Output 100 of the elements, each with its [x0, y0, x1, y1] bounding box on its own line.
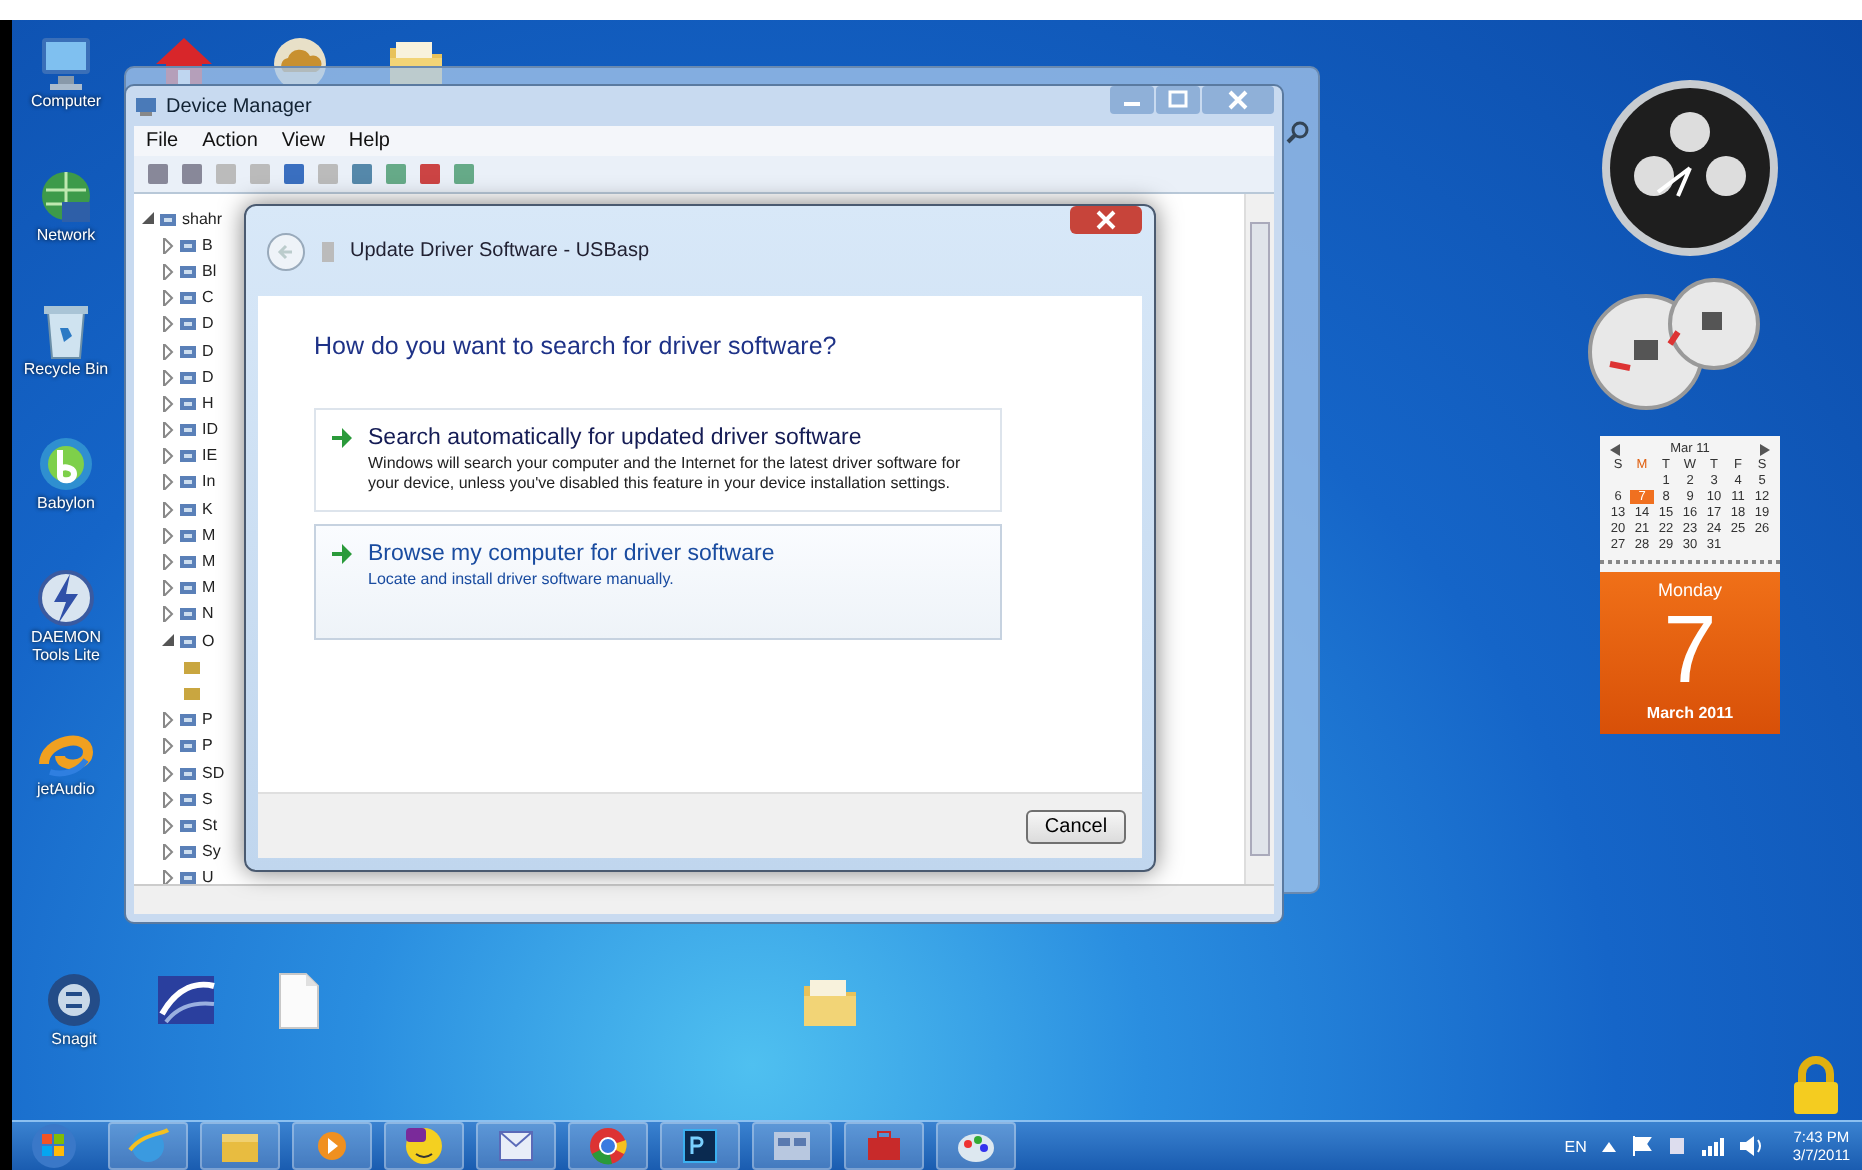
- taskbar-button[interactable]: [384, 1122, 464, 1170]
- tree-item[interactable]: N: [202, 602, 214, 627]
- caret-up-icon[interactable]: [1602, 1141, 1617, 1151]
- collapsed-arrow-icon[interactable]: [162, 422, 174, 439]
- taskbar-button[interactable]: [660, 1122, 740, 1170]
- toolbar-icon[interactable]: [180, 162, 204, 186]
- device-icon[interactable]: [1668, 1136, 1687, 1156]
- tree-item[interactable]: In: [202, 470, 216, 495]
- dialog-title: Update Driver Software - USBasp: [350, 240, 650, 262]
- speaker-icon[interactable]: [1740, 1136, 1765, 1156]
- collapsed-arrow-icon[interactable]: [162, 817, 174, 834]
- collapsed-arrow-icon[interactable]: [162, 606, 174, 623]
- tree-item[interactable]: K: [202, 497, 213, 522]
- minimize-icon[interactable]: [1110, 86, 1154, 114]
- collapsed-arrow-icon[interactable]: [162, 554, 174, 571]
- tree-item[interactable]: U: [202, 866, 214, 891]
- tree-item[interactable]: IE: [202, 444, 218, 469]
- tree-item[interactable]: H: [202, 391, 214, 416]
- collapsed-arrow-icon[interactable]: [162, 765, 174, 782]
- tree-item[interactable]: D: [202, 312, 214, 337]
- device-icon: [178, 868, 198, 889]
- menu-item[interactable]: File: [146, 130, 179, 152]
- collapsed-arrow-icon[interactable]: [162, 316, 174, 333]
- tree-item[interactable]: O: [202, 629, 215, 654]
- tree-item[interactable]: St: [202, 813, 218, 838]
- device-icon: [158, 209, 178, 230]
- tree-item[interactable]: M: [202, 576, 216, 601]
- tree-item[interactable]: D: [202, 339, 214, 364]
- collapsed-arrow-icon[interactable]: [162, 738, 174, 755]
- device-icon: [178, 815, 198, 836]
- collapsed-arrow-icon[interactable]: [162, 844, 174, 861]
- option-title: Browse my computer for driver software: [368, 542, 775, 566]
- device-icon: [178, 420, 198, 441]
- b-logo-icon: [34, 434, 98, 494]
- collapsed-arrow-icon[interactable]: [162, 791, 174, 808]
- tree-item[interactable]: Sy: [202, 840, 221, 865]
- collapsed-arrow-icon[interactable]: [162, 474, 174, 491]
- tree-item[interactable]: B: [202, 233, 213, 258]
- language-indicator[interactable]: EN: [1564, 1137, 1587, 1155]
- tree-item[interactable]: S: [202, 787, 213, 812]
- device-icon: [178, 578, 198, 599]
- expanded-arrow-icon[interactable]: [162, 633, 174, 650]
- tree-item[interactable]: Bl: [202, 259, 217, 284]
- toolbar-icon[interactable]: [282, 162, 306, 186]
- tree-item[interactable]: M: [202, 550, 216, 575]
- collapsed-arrow-icon[interactable]: [162, 237, 174, 254]
- tree-item[interactable]: C: [202, 286, 214, 311]
- device-icon: [178, 710, 198, 731]
- collapsed-arrow-icon[interactable]: [162, 448, 174, 465]
- collapsed-arrow-icon[interactable]: [162, 580, 174, 597]
- option-title: Search automatically for updated driver software: [368, 426, 862, 450]
- signal-bars-icon[interactable]: [1702, 1137, 1725, 1155]
- tree-item[interactable]: SD: [202, 761, 225, 786]
- previous-icon[interactable]: [1610, 443, 1620, 455]
- desktop-icon-label[interactable]: jetAudio: [37, 780, 95, 798]
- collapsed-arrow-icon[interactable]: [162, 501, 174, 518]
- toolbar-icon[interactable]: [452, 162, 476, 186]
- desktop-icon-label[interactable]: Network: [36, 226, 96, 244]
- toolbar-icon[interactable]: [384, 162, 408, 186]
- toolbar-icon[interactable]: [350, 162, 374, 186]
- circle-logo-icon: [584, 1124, 632, 1168]
- collapsed-arrow-icon[interactable]: [162, 712, 174, 729]
- collapsed-arrow-icon[interactable]: [162, 395, 174, 412]
- maximize-icon[interactable]: [1156, 86, 1200, 114]
- tree-item[interactable]: shahr: [182, 207, 223, 232]
- desktop-icon-label[interactable]: Computer: [30, 92, 102, 110]
- close-icon[interactable]: [1070, 206, 1142, 234]
- desktop-icon-label[interactable]: Recycle Bin: [23, 360, 109, 378]
- collapsed-arrow-icon[interactable]: [162, 369, 174, 386]
- menu-item[interactable]: Action: [202, 130, 258, 152]
- tree-item[interactable]: D: [202, 365, 214, 390]
- collapsed-arrow-icon[interactable]: [162, 290, 174, 307]
- tree-item[interactable]: M: [202, 523, 216, 548]
- close-icon[interactable]: [1202, 86, 1274, 114]
- taskbar-button[interactable]: [476, 1122, 556, 1170]
- collapsed-arrow-icon[interactable]: [162, 343, 174, 360]
- expanded-arrow-icon[interactable]: [142, 211, 154, 228]
- arc-logo-icon: [154, 970, 218, 1030]
- option-button[interactable]: Browse my computer for driver software Locate and install driver software manually.: [314, 524, 1002, 640]
- collapsed-arrow-icon[interactable]: [162, 527, 174, 544]
- tree-item[interactable]: ID: [202, 418, 218, 443]
- padlock-icon: [1790, 1056, 1842, 1116]
- cancel-button[interactable]: Cancel: [1026, 809, 1126, 843]
- desktop-icon-label[interactable]: Babylon: [37, 494, 95, 512]
- scrollbar[interactable]: [1244, 194, 1274, 884]
- tree-item[interactable]: P: [202, 708, 213, 733]
- collapsed-arrow-icon[interactable]: [162, 870, 174, 887]
- device-icon: [178, 393, 198, 414]
- menu-item[interactable]: View: [281, 130, 325, 152]
- toolbar-icon[interactable]: [146, 162, 170, 186]
- flag-icon[interactable]: [1632, 1136, 1653, 1156]
- tree-item[interactable]: P: [202, 734, 213, 759]
- desktop-icon-label[interactable]: Snagit: [51, 1030, 97, 1048]
- option-button[interactable]: [314, 408, 1002, 512]
- collapsed-arrow-icon[interactable]: [162, 263, 174, 280]
- desktop-icon-label[interactable]: DAEMON Tools Lite: [18, 628, 114, 664]
- menu-item[interactable]: Help: [348, 130, 390, 152]
- lightning-icon: [34, 568, 98, 628]
- toolbar-icon[interactable]: [418, 162, 442, 186]
- next-icon[interactable]: [1760, 443, 1770, 455]
